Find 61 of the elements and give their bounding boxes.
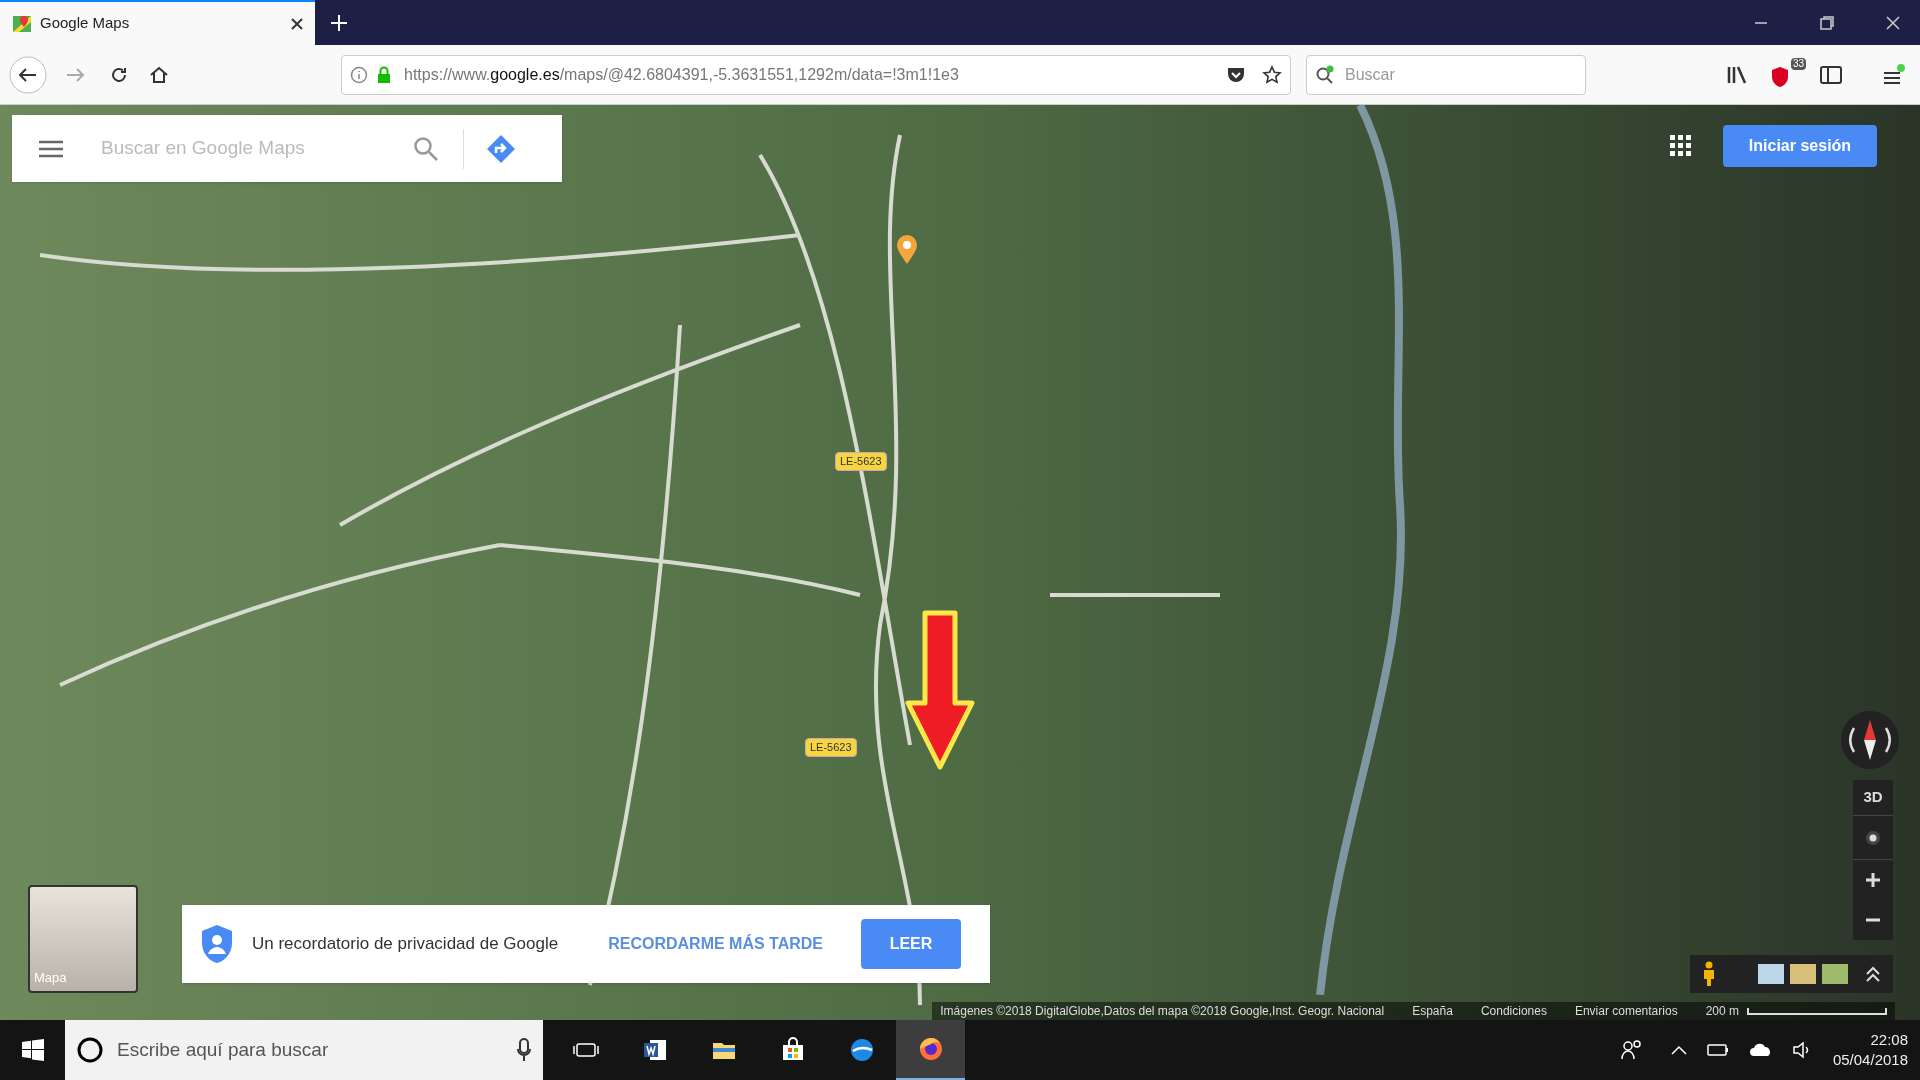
back-icon[interactable] (9, 55, 47, 94)
url-text: https://www.google.es/maps/@42.6804391,-5.3631551,1292m/data=!3m1!1e3 (404, 64, 960, 85)
directions-icon[interactable] (486, 133, 516, 164)
pocket-icon[interactable] (1226, 65, 1246, 84)
chevron-up-icon[interactable] (1670, 1045, 1687, 1055)
cortana-icon (77, 1037, 103, 1063)
windows-start-icon[interactable] (21, 1039, 44, 1061)
menu-icon[interactable] (1882, 62, 1906, 87)
microphone-icon[interactable] (517, 1038, 531, 1062)
compass-icon[interactable] (1840, 710, 1900, 770)
attribution-text: Imágenes ©2018 DigitalGlobe,Datos del mapa ©2018 Google,Inst. Geogr. Nacional (940, 1003, 1385, 1020)
close-icon[interactable] (291, 17, 303, 30)
privacy-message: Un recordatorio de privacidad de Google (252, 933, 559, 956)
clock-time: 22:08 (1870, 1030, 1908, 1050)
restore-icon[interactable] (1820, 15, 1834, 30)
cloud-icon[interactable] (1748, 1043, 1773, 1057)
maps-search-field[interactable]: Buscar en Google Maps (101, 134, 401, 163)
battery-icon[interactable] (1706, 1042, 1729, 1058)
satellite-map[interactable] (0, 105, 1920, 1020)
sidebar-icon[interactable] (1820, 65, 1842, 84)
scale-label: 200 m (1705, 1003, 1739, 1020)
satellite-thumbnail[interactable] (1822, 964, 1848, 984)
pegman-icon[interactable] (1702, 961, 1716, 987)
word-icon (641, 1037, 668, 1063)
map-favicon-icon (12, 13, 32, 34)
clock-date: 05/04/2018 (1832, 1050, 1908, 1070)
road-label: LE-5623 (805, 738, 857, 757)
layer-label: Mapa (34, 968, 67, 987)
browser-tab[interactable]: Google Maps (0, 0, 315, 45)
home-icon[interactable] (149, 64, 169, 85)
menu-icon[interactable] (39, 139, 63, 158)
apps-grid-icon[interactable] (1670, 135, 1692, 157)
location-icon[interactable] (1865, 829, 1881, 846)
search-field[interactable]: Buscar (1345, 62, 1577, 87)
lock-icon (376, 65, 392, 84)
location-pin-icon (896, 235, 918, 265)
zoom-in-icon[interactable] (1865, 872, 1881, 888)
clock[interactable]: 22:08 05/04/2018 (1832, 1030, 1920, 1070)
attribution-link[interactable]: Enviar comentarios (1574, 1002, 1678, 1020)
globe-swoosh-icon (848, 1037, 875, 1063)
down-arrow-icon (905, 610, 975, 770)
taskbar-search-field[interactable]: Escribe aquí para buscar (117, 1035, 517, 1065)
fox-globe-icon (917, 1036, 944, 1062)
address-bar[interactable]: https://www.google.es/maps/@42.6804391,-5.3631551,1292m/data=!3m1!1e3 (341, 54, 1291, 95)
imagery-thumbnail[interactable] (1758, 964, 1784, 984)
terrain-thumbnail[interactable] (1790, 964, 1816, 984)
search-icon[interactable] (413, 135, 439, 162)
new-tab-icon[interactable] (330, 13, 348, 32)
people-icon[interactable] (1620, 1039, 1643, 1061)
taskbar-search-box[interactable]: Escribe aquí para buscar (65, 1020, 543, 1080)
road-label: LE-5623 (835, 452, 887, 471)
tilt-button[interactable]: 3D (1853, 780, 1893, 816)
attribution-link[interactable]: Condiciones (1480, 1002, 1547, 1020)
expand-icon[interactable] (1865, 965, 1881, 983)
star-icon[interactable] (1262, 64, 1282, 85)
info-icon (350, 65, 368, 84)
extension-badge: 33 (1790, 57, 1806, 70)
search-box[interactable]: Buscar (1306, 54, 1586, 95)
shield-person-icon (200, 924, 234, 964)
attribution-link[interactable]: España (1412, 1002, 1453, 1020)
shield-icon[interactable] (1770, 65, 1790, 88)
